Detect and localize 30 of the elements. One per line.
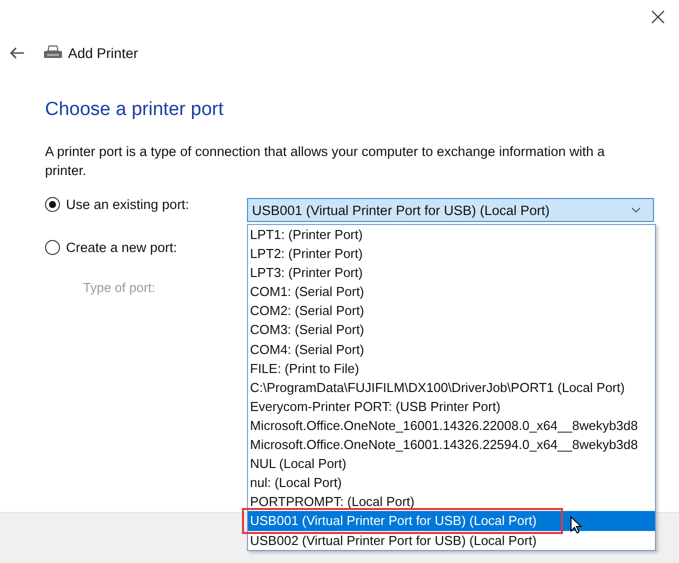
close-icon[interactable] bbox=[651, 10, 665, 24]
port-option[interactable]: Microsoft.Office.OneNote_16001.14326.22594.0_x64__8wekyb3d8 bbox=[248, 435, 655, 454]
port-dropdown[interactable]: USB001 (Virtual Printer Port for USB) (Local Port) bbox=[247, 198, 654, 222]
port-option[interactable]: nul: (Local Port) bbox=[248, 473, 655, 492]
port-option[interactable]: LPT3: (Printer Port) bbox=[248, 263, 655, 282]
radio-button[interactable] bbox=[45, 240, 60, 254]
option-label: Use an existing port: bbox=[66, 196, 190, 212]
pointer-icon bbox=[570, 516, 582, 534]
option-label: Create a new port: bbox=[66, 240, 178, 254]
port-option[interactable]: COM1: (Serial Port) bbox=[248, 282, 655, 302]
port-option[interactable]: COM2: (Serial Port) bbox=[248, 301, 655, 320]
port-option[interactable]: LPT1: (Printer Port) bbox=[248, 225, 655, 244]
port-option[interactable]: FILE: (Print to File) bbox=[248, 358, 655, 378]
port-option[interactable]: COM3: (Serial Port) bbox=[248, 320, 655, 340]
port-option[interactable]: Everycom-Printer PORT: (USB Printer Port) bbox=[248, 396, 655, 416]
page-heading: Choose a printer port bbox=[45, 99, 224, 121]
description-text: A printer port is a type of connection that allows your computer to exchange information with a printer. bbox=[45, 143, 606, 180]
port-option[interactable]: Microsoft.Office.OneNote_16001.14326.22008.0_x64__8wekyb3d8 bbox=[248, 416, 655, 436]
port-option[interactable]: C:\ProgramData\FUJIFILM\DX100\DriverJob\PORT1 (Local Port) bbox=[248, 378, 655, 397]
port-option[interactable]: PORTPROMPT: (Local Port) bbox=[248, 492, 655, 512]
port-option[interactable]: COM4: (Serial Port) bbox=[248, 340, 655, 359]
radio-button[interactable] bbox=[45, 196, 60, 212]
chevron-icon bbox=[631, 207, 641, 213]
back-icon[interactable] bbox=[9, 47, 25, 59]
port-option[interactable]: LPT2: (Printer Port) bbox=[248, 244, 655, 264]
printer-icon bbox=[43, 45, 63, 61]
port-option[interactable]: NUL (Local Port) bbox=[248, 454, 655, 474]
port-option[interactable]: USB002 (Virtual Printer Port for USB) (Local Port) bbox=[248, 530, 655, 550]
window-title: Add Printer bbox=[68, 45, 138, 61]
type-of-port-label: Type of port: bbox=[83, 280, 156, 295]
